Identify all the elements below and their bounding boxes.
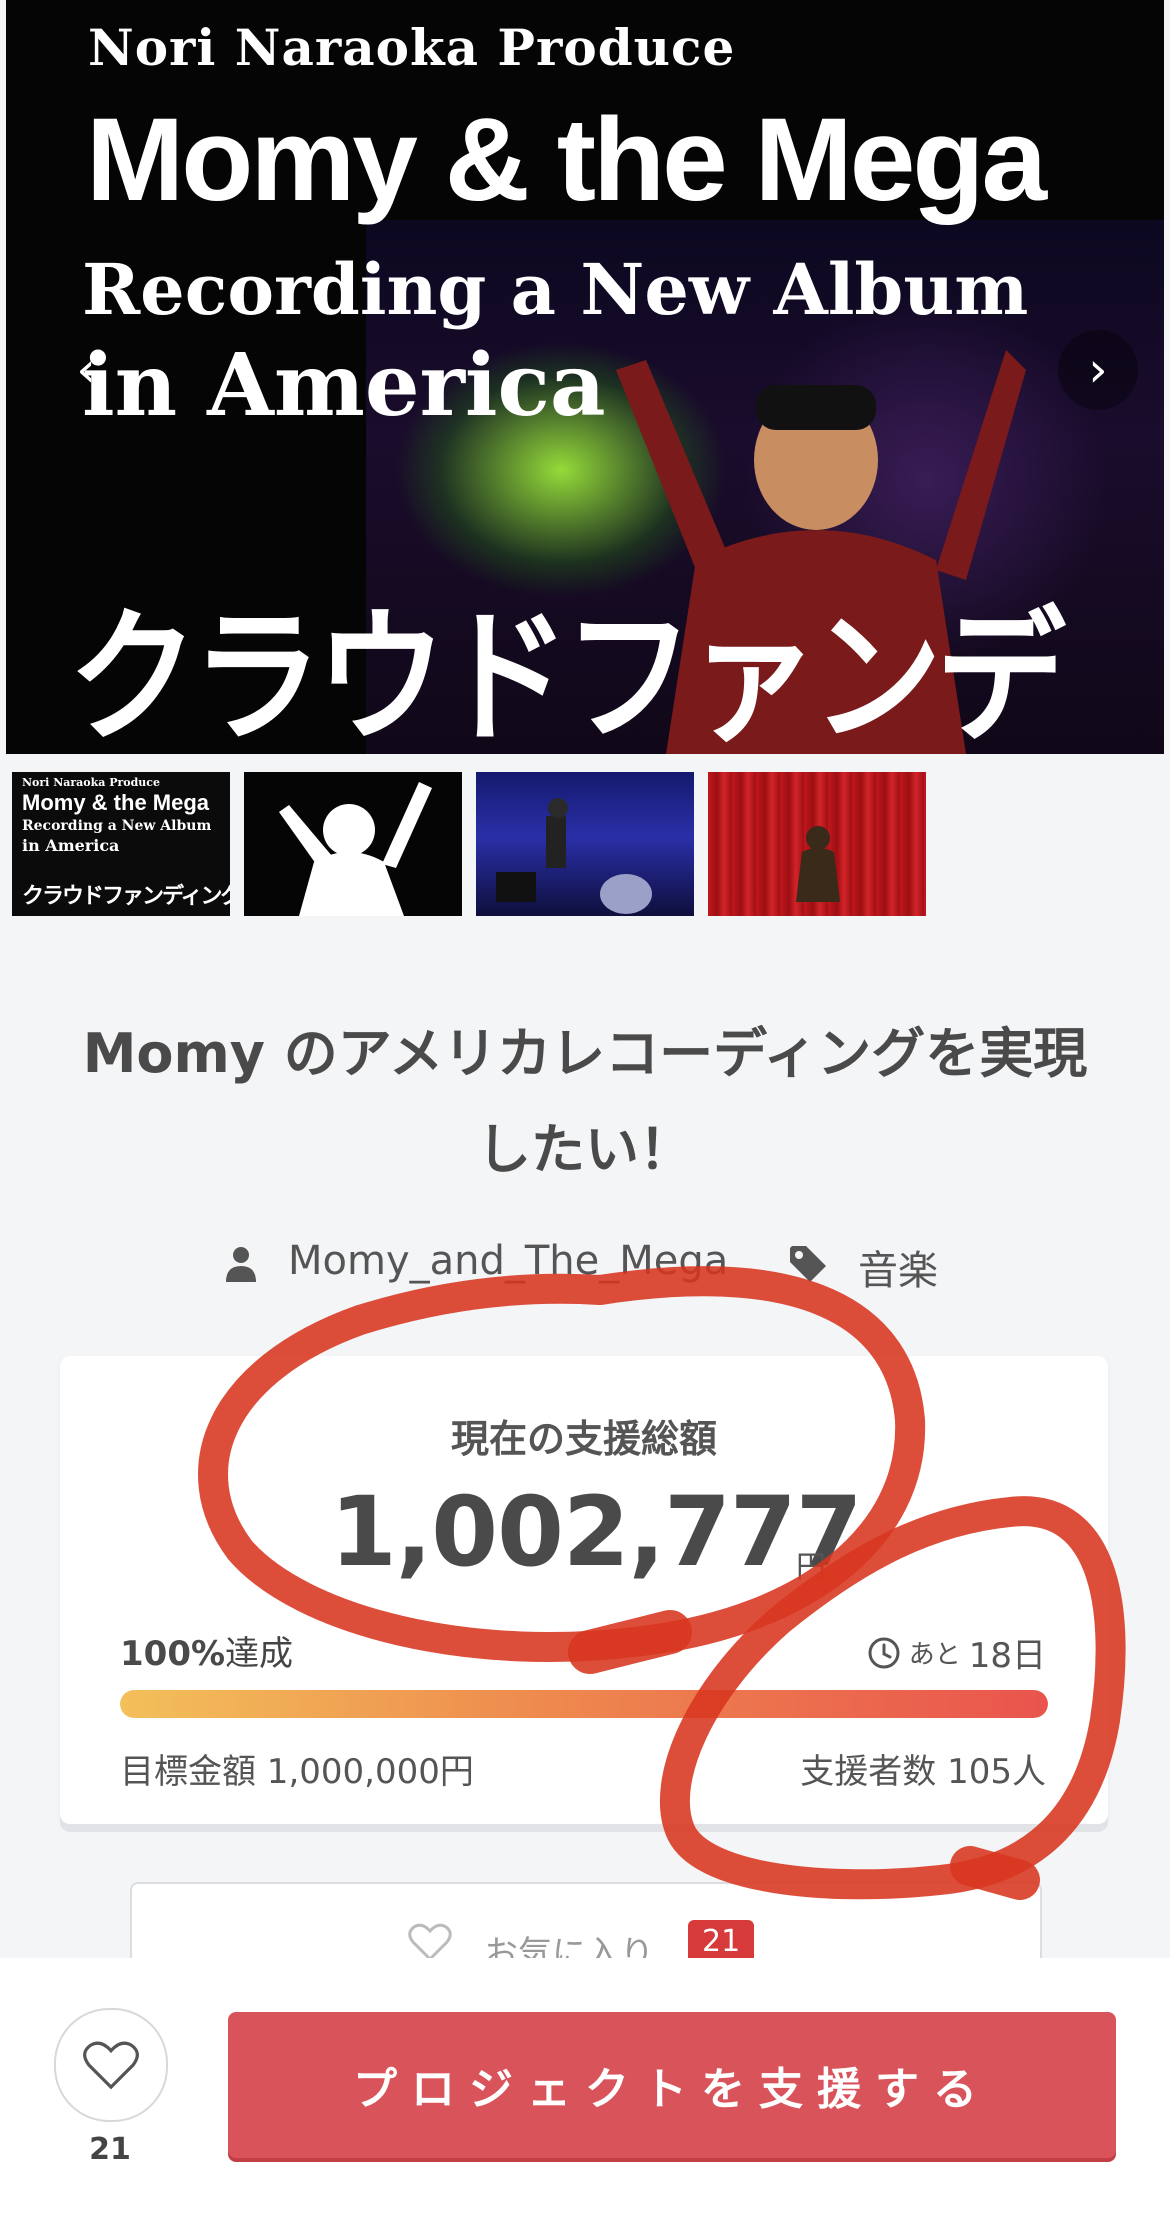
thumb-text-3: Recording a New Album <box>22 818 212 834</box>
heart-outline-icon <box>83 2041 139 2090</box>
favorite-count-badge: 21 <box>688 1920 755 1963</box>
silhouette-image <box>279 782 432 916</box>
backer-count: 支援者数 105人 <box>800 1752 1046 1792</box>
achievement-percent: 100% <box>120 1634 226 1674</box>
remaining-prefix: あと <box>908 1640 961 1670</box>
project-title: Momy のアメリカレコーディングを実現したい！ <box>82 1022 1088 1181</box>
like-count: 21 <box>89 2132 131 2167</box>
hero-crowdfunding-text: クラウドファンディング <box>68 592 1066 754</box>
remaining-time: あと 18日 <box>867 1628 1046 1677</box>
like-button[interactable] <box>54 2008 168 2122</box>
heart-icon <box>408 1923 452 1962</box>
currency-unit: 円 <box>796 1550 826 1585</box>
thumb-text-4: in America <box>22 836 120 855</box>
thumbnail-2[interactable] <box>244 772 462 916</box>
user-icon <box>226 1247 256 1282</box>
thumb-text-5: クラウドファンディング <box>22 884 230 909</box>
chevron-left-icon: ‹ <box>76 342 96 398</box>
bottom-action-bar: 21 プロジェクトを支援する <box>0 1958 1170 2229</box>
progress-bar <box>120 1690 1048 1718</box>
tag-icon <box>790 1246 826 1282</box>
thumbnail-4[interactable] <box>708 772 926 916</box>
carousel-next-button[interactable]: › <box>1058 330 1138 410</box>
achievement-suffix: 達成 <box>225 1634 294 1674</box>
thumbnail-1[interactable]: Nori Naraoka Produce Momy & the Mega Rec… <box>12 772 230 916</box>
carousel-prev-button[interactable]: ‹ <box>46 330 126 410</box>
chevron-right-icon: › <box>1088 342 1108 398</box>
total-amount-label: 現在の支援総額 <box>450 1417 717 1461</box>
red-curtain-image <box>796 826 840 902</box>
support-project-button[interactable]: プロジェクトを支援する <box>228 2012 1116 2158</box>
hero-band-name: Momy & the Mega <box>86 94 1047 226</box>
category-link[interactable]: 音楽 <box>858 1238 938 1296</box>
achievement-rate: 100%達成 <box>120 1626 293 1675</box>
progress-bar-fill <box>120 1690 1048 1718</box>
stage-performance-image <box>496 798 652 914</box>
clock-icon <box>868 1637 900 1668</box>
hero-image-carousel[interactable]: Nori Naraoka Produce Momy & the Mega Rec… <box>6 0 1164 754</box>
hero-subtitle-line2: in America <box>82 335 606 436</box>
annotation-tail-backers <box>950 1846 1040 1900</box>
goal-amount: 目標金額 1,000,000円 <box>120 1752 474 1792</box>
owner-link[interactable]: Momy_and_The_Mega <box>288 1238 728 1284</box>
remaining-days: 18日 <box>968 1636 1046 1676</box>
project-meta: Momy_and_The_Mega 音楽 <box>0 1236 1170 1296</box>
hero-producer-line: Nori Naraoka Produce <box>88 18 736 77</box>
thumbnail-strip: Nori Naraoka Produce Momy & the Mega Rec… <box>12 772 926 916</box>
thumbnail-3[interactable] <box>476 772 694 916</box>
hero-subtitle-line1: Recording a New Album <box>82 248 1029 331</box>
total-amount: 1,002,777 <box>330 1476 863 1588</box>
thumb-text-2: Momy & the Mega <box>22 790 210 815</box>
thumb-text-1: Nori Naraoka Produce <box>22 776 161 789</box>
funding-summary-card: 現在の支援総額 1,002,777 円 100%達成 あと 18日 目標金額 1,… <box>60 1356 1108 1824</box>
